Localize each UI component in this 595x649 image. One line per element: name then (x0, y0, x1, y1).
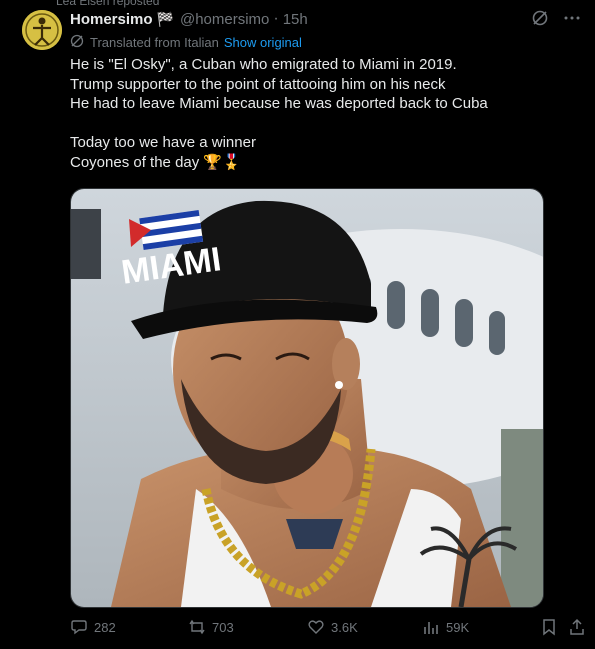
views-icon (424, 622, 438, 634)
action-bar: 282 703 3.6K 59K (70, 618, 590, 642)
repost-label[interactable]: Lea Elsen reposted (56, 0, 159, 8)
translation-label: Translated from Italian (90, 35, 219, 50)
avatar[interactable] (22, 10, 62, 50)
repost-count: 703 (212, 619, 234, 635)
separator: · (273, 10, 279, 27)
views-count: 59K (446, 619, 470, 635)
author-name[interactable]: Homersimo (70, 11, 153, 28)
more-icon[interactable] (563, 9, 581, 32)
share-icon (570, 618, 584, 635)
tweet-text: He is "El Osky", a Cuban who emigrated t… (70, 56, 488, 171)
author-handle[interactable]: @homersimo (180, 11, 269, 28)
tweet-header: Homersimo 🏁 @homersimo · 15h (70, 9, 581, 29)
translate-icon (70, 34, 84, 51)
tweet-photo[interactable]: MIAMI (70, 188, 544, 608)
bookmark-icon (543, 619, 555, 636)
show-original-link[interactable]: Show original (224, 35, 302, 50)
bookmark-button[interactable] (540, 618, 558, 636)
reply-icon (71, 620, 87, 635)
translation-bar: Translated from Italian Show original (70, 34, 302, 51)
like-button[interactable]: 3.6K (307, 618, 358, 636)
reply-count: 282 (94, 619, 116, 635)
share-button[interactable] (568, 618, 586, 636)
views-button[interactable]: 59K (422, 618, 469, 636)
like-count: 3.6K (331, 619, 358, 635)
heart-icon (308, 620, 324, 634)
photo-illustration: MIAMI (71, 189, 543, 607)
avatar-image (22, 10, 62, 50)
grok-icon[interactable] (531, 9, 549, 32)
reply-button[interactable]: 282 (70, 618, 116, 636)
repost-icon (189, 619, 205, 635)
timestamp[interactable]: 15h (283, 11, 308, 28)
repost-button[interactable]: 703 (188, 618, 234, 636)
checkered-flag-icon: 🏁 (156, 10, 174, 27)
